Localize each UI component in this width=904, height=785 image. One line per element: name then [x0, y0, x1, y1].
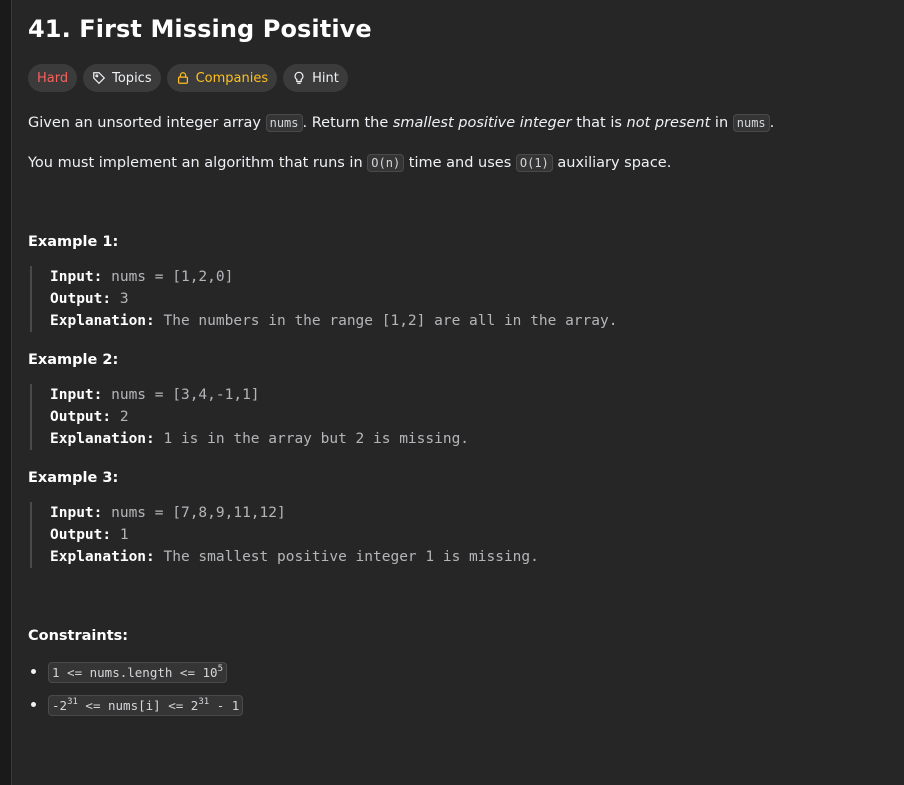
- text: in: [710, 115, 733, 131]
- emphasis-text: smallest positive integer: [392, 115, 572, 131]
- explanation-label: Explanation:: [50, 431, 155, 447]
- difficulty-badge: Hard: [28, 64, 78, 92]
- hint-button[interactable]: Hint: [283, 64, 348, 92]
- hint-label: Hint: [312, 70, 339, 86]
- input-label: Input:: [50, 387, 103, 403]
- problem-description: 41. First Missing Positive Hard Topics C…: [28, 0, 888, 728]
- inline-code: nums: [732, 114, 770, 132]
- constraints-list: 1 <= nums.length <= 105 -231 <= nums[i] …: [28, 662, 888, 716]
- text: auxiliary space.: [552, 155, 672, 171]
- constraint-code: 1 <= nums.length <= 105: [48, 662, 227, 683]
- output-value: 2: [111, 409, 129, 425]
- text: - 1: [209, 698, 240, 713]
- explanation-value: 1 is in the array but 2 is missing.: [154, 431, 470, 447]
- explanation-label: Explanation:: [50, 549, 155, 565]
- topics-button[interactable]: Topics: [83, 64, 161, 92]
- superscript: 31: [198, 697, 210, 707]
- input-value: nums = [1,2,0]: [102, 269, 234, 285]
- example-block: Input: nums = [1,2,0] Output: 3 Explanat…: [30, 266, 888, 332]
- input-value: nums = [3,4,-1,1]: [102, 387, 260, 403]
- text: Given an unsorted integer array: [28, 115, 266, 131]
- text: time and uses: [404, 155, 516, 171]
- explanation-value: The smallest positive integer 1 is missi…: [154, 549, 539, 565]
- text: <= nums[i] <= 2: [77, 698, 199, 713]
- superscript: 31: [67, 697, 78, 707]
- inline-code: O(1): [515, 154, 553, 172]
- text: that is: [571, 115, 627, 131]
- emphasis-text: not present: [626, 115, 711, 131]
- example-title: Example 2:: [28, 352, 119, 368]
- tag-icon: [93, 72, 106, 85]
- text: -2: [52, 698, 68, 713]
- topics-label: Topics: [112, 70, 152, 86]
- output-label: Output:: [50, 409, 112, 425]
- text: 1 <= nums.length <= 10: [52, 665, 218, 680]
- output-value: 1: [111, 527, 129, 543]
- explanation-label: Explanation:: [50, 313, 155, 329]
- problem-title[interactable]: 41. First Missing Positive: [28, 14, 888, 44]
- example-block: Input: nums = [3,4,-1,1] Output: 2 Expla…: [30, 384, 888, 450]
- output-value: 3: [111, 291, 129, 307]
- example-title: Example 3:: [28, 470, 119, 486]
- companies-button[interactable]: Companies: [166, 64, 278, 92]
- difficulty-label: Hard: [37, 70, 69, 86]
- example-title: Example 1:: [28, 234, 119, 250]
- left-panel-border: [0, 0, 12, 785]
- text: You must implement an algorithm that run…: [28, 155, 368, 171]
- description-paragraph-1: Given an unsorted integer array nums. Re…: [28, 112, 888, 134]
- constraint-code: -231 <= nums[i] <= 231 - 1: [48, 695, 244, 716]
- input-value: nums = [7,8,9,11,12]: [102, 505, 286, 521]
- lightbulb-icon: [294, 71, 304, 84]
- companies-label: Companies: [195, 70, 269, 86]
- constraint-item: 1 <= nums.length <= 105: [48, 662, 888, 683]
- description-paragraph-2: You must implement an algorithm that run…: [28, 152, 888, 174]
- constraints-title: Constraints:: [28, 628, 129, 644]
- output-label: Output:: [50, 527, 112, 543]
- text: . Return the: [302, 115, 393, 131]
- tag-row: Hard Topics Companies Hint: [28, 64, 888, 92]
- superscript: 5: [217, 664, 223, 674]
- text: .: [769, 115, 775, 131]
- constraint-item: -231 <= nums[i] <= 231 - 1: [48, 695, 888, 716]
- explanation-value: The numbers in the range [1,2] are all i…: [154, 313, 618, 329]
- inline-code: nums: [265, 114, 303, 132]
- example-block: Input: nums = [7,8,9,11,12] Output: 1 Ex…: [30, 502, 888, 568]
- input-label: Input:: [50, 269, 103, 285]
- input-label: Input:: [50, 505, 103, 521]
- inline-code: O(n): [367, 154, 405, 172]
- lock-icon: [177, 72, 188, 84]
- output-label: Output:: [50, 291, 112, 307]
